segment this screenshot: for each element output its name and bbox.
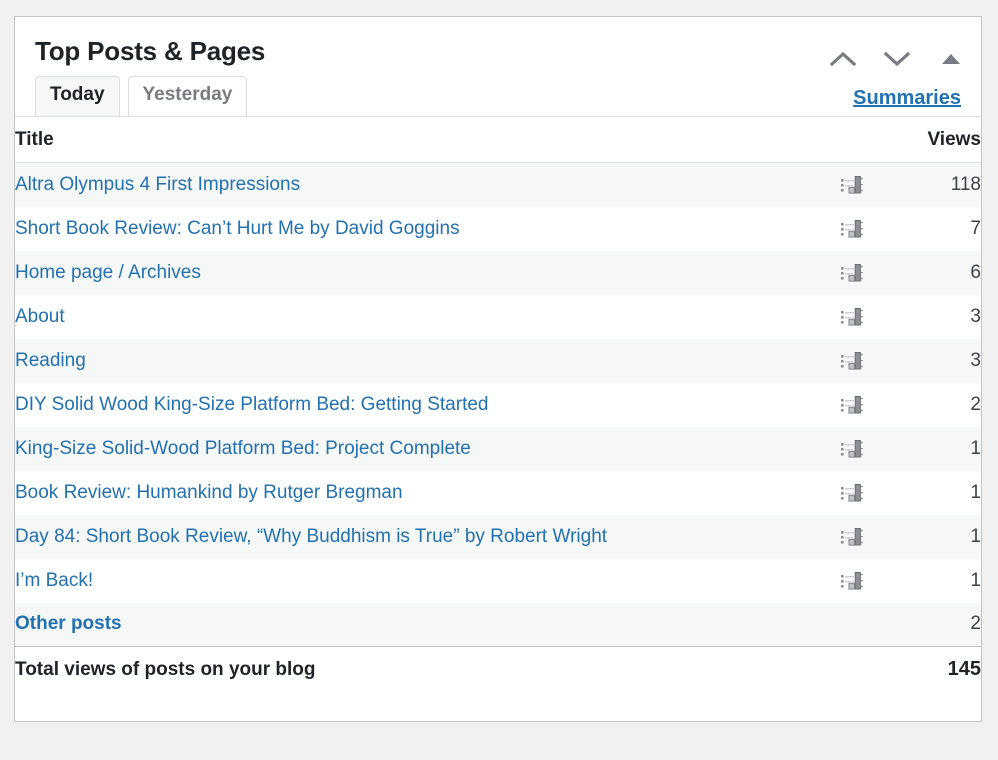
table-row: King-Size Solid-Wood Platform Bed: Proje… xyxy=(15,426,981,471)
tabs: Today Yesterday xyxy=(35,76,248,116)
row-chart-cell xyxy=(821,515,883,559)
bar-chart-icon[interactable] xyxy=(840,219,864,238)
row-title-cell: Other posts xyxy=(15,603,821,647)
row-views-cell: 3 xyxy=(970,305,981,327)
bar-chart-icon[interactable] xyxy=(840,175,864,194)
table-row: Home page / Archives 6 xyxy=(15,250,981,295)
bar-chart-icon[interactable] xyxy=(840,439,864,458)
row-title-link[interactable]: Other posts xyxy=(15,613,122,634)
table-row: Other posts 2 xyxy=(15,602,981,647)
row-title-link[interactable]: DIY Solid Wood King-Size Platform Bed: G… xyxy=(15,394,488,415)
row-title-cell: Altra Olympus 4 First Impressions xyxy=(15,163,821,207)
table-row: Altra Olympus 4 First Impressions 118 xyxy=(15,162,981,207)
column-header-title: Title xyxy=(15,117,821,163)
row-chart-cell xyxy=(821,427,883,471)
row-title-link[interactable]: Book Review: Humankind by Rutger Bregman xyxy=(15,482,403,503)
row-title-link[interactable]: Day 84: Short Book Review, “Why Buddhism… xyxy=(15,526,607,547)
move-up-icon[interactable] xyxy=(829,45,857,73)
row-title-cell: I’m Back! xyxy=(15,559,821,603)
row-title-cell: About xyxy=(15,295,821,339)
table-row: About 3 xyxy=(15,295,981,339)
table-row: DIY Solid Wood King-Size Platform Bed: G… xyxy=(15,383,981,427)
row-chart-cell xyxy=(821,163,883,207)
bar-chart-icon[interactable] xyxy=(840,527,864,546)
summaries-link[interactable]: Summaries xyxy=(853,86,961,110)
row-chart-cell xyxy=(821,471,883,515)
row-views-cell: 3 xyxy=(970,349,981,371)
row-chart-cell xyxy=(821,339,883,383)
row-views-cell: 1 xyxy=(970,437,981,459)
row-chart-cell xyxy=(821,559,883,603)
total-row: Total views of posts on your blog 145 xyxy=(15,646,981,693)
row-title-cell: Book Review: Humankind by Rutger Bregman xyxy=(15,471,821,515)
top-posts-table: Title Views Altra Olympus 4 First Impres… xyxy=(15,117,981,693)
tab-yesterday[interactable]: Yesterday xyxy=(127,76,248,116)
table-header: Title Views xyxy=(15,117,981,163)
row-chart-cell xyxy=(821,251,883,295)
column-header-icon xyxy=(821,117,883,163)
bar-chart-icon[interactable] xyxy=(840,571,864,590)
bar-chart-icon[interactable] xyxy=(840,307,864,326)
row-title-link[interactable]: King-Size Solid-Wood Platform Bed: Proje… xyxy=(15,438,471,459)
row-title-link[interactable]: Altra Olympus 4 First Impressions xyxy=(15,174,300,195)
row-title-link[interactable]: I’m Back! xyxy=(15,570,93,591)
table-header-row: Title Views xyxy=(15,117,981,163)
bar-chart-icon[interactable] xyxy=(840,395,864,414)
top-posts-and-pages-panel: Top Posts & Pages Today Yesterday Summar… xyxy=(14,16,982,722)
total-views: 145 xyxy=(947,658,981,681)
toggle-panel-icon[interactable] xyxy=(937,45,965,73)
row-title-cell: Short Book Review: Can’t Hurt Me by Davi… xyxy=(15,207,821,251)
row-chart-cell xyxy=(821,295,883,339)
row-title-cell: Day 84: Short Book Review, “Why Buddhism… xyxy=(15,515,821,559)
row-chart-cell xyxy=(821,603,883,647)
row-views-cell: 1 xyxy=(970,569,981,591)
row-title-cell: Reading xyxy=(15,339,821,383)
table-row: Day 84: Short Book Review, “Why Buddhism… xyxy=(15,514,981,559)
row-views-cell: 6 xyxy=(970,261,981,283)
row-chart-cell xyxy=(821,383,883,427)
table-body: Altra Olympus 4 First Impressions 118 Shor… xyxy=(15,162,981,693)
row-views-cell: 7 xyxy=(970,217,981,239)
row-title-cell: Home page / Archives xyxy=(15,251,821,295)
row-views-cell: 1 xyxy=(970,525,981,547)
move-down-icon[interactable] xyxy=(883,45,911,73)
row-views-cell: 118 xyxy=(950,173,981,195)
tab-today[interactable]: Today xyxy=(35,76,120,116)
column-header-views: Views xyxy=(883,117,981,163)
table-row: Short Book Review: Can’t Hurt Me by Davi… xyxy=(15,207,981,251)
row-title-link[interactable]: Reading xyxy=(15,350,86,371)
table-row: Book Review: Humankind by Rutger Bregman… xyxy=(15,471,981,515)
panel-header-controls xyxy=(829,45,965,73)
bar-chart-icon[interactable] xyxy=(840,263,864,282)
total-spacer-cell xyxy=(821,647,883,693)
table-row: I’m Back! 1 xyxy=(15,559,981,603)
row-title-cell: DIY Solid Wood King-Size Platform Bed: G… xyxy=(15,383,821,427)
row-title-cell: King-Size Solid-Wood Platform Bed: Proje… xyxy=(15,427,821,471)
row-views-cell: 2 xyxy=(970,613,981,635)
row-title-link[interactable]: Home page / Archives xyxy=(15,262,201,283)
row-title-link[interactable]: Short Book Review: Can’t Hurt Me by Davi… xyxy=(15,218,460,239)
row-views-cell: 1 xyxy=(970,481,981,503)
row-views-cell: 2 xyxy=(970,393,981,415)
total-label: Total views of posts on your blog xyxy=(15,658,316,680)
row-title-link[interactable]: About xyxy=(15,306,65,327)
page-title: Top Posts & Pages xyxy=(35,36,266,66)
table-row: Reading 3 xyxy=(15,338,981,383)
row-chart-cell xyxy=(821,207,883,251)
bar-chart-icon[interactable] xyxy=(840,351,864,370)
bar-chart-icon[interactable] xyxy=(840,483,864,502)
panel-header: Top Posts & Pages xyxy=(15,17,981,71)
tab-strip: Today Yesterday Summaries xyxy=(15,71,981,117)
